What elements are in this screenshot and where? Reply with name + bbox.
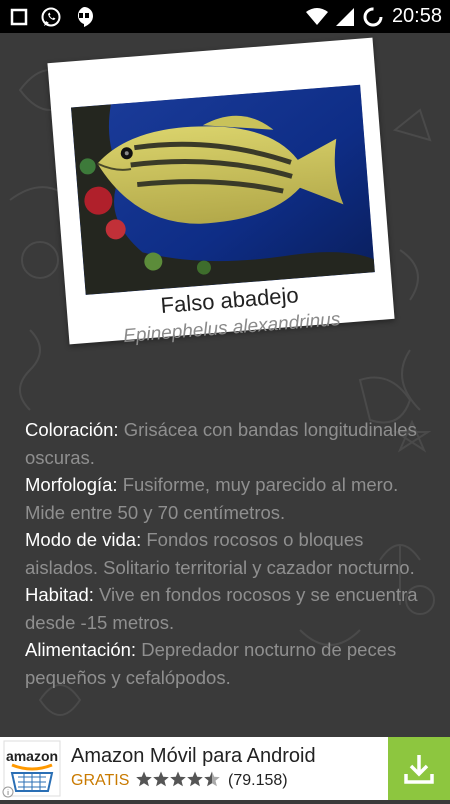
signal-icon [335, 7, 354, 26]
clock: 20:58 [391, 5, 442, 27]
info-row-morfologia: Morfología: Fusiforme, muy parecido al m… [25, 471, 435, 526]
info-row-coloracion: Coloración: Grisácea con bandas longitud… [25, 416, 435, 471]
svg-text:amazon: amazon [6, 748, 58, 764]
info-label: Coloración: [25, 419, 119, 440]
ad-rating-stars [136, 770, 220, 788]
ad-title[interactable]: Amazon Móvil para Android [71, 745, 316, 768]
fish-photo [70, 84, 375, 295]
info-row-modo-de-vida: Modo de vida: Fondos rocosos o bloques a… [25, 526, 435, 581]
download-icon [404, 754, 434, 784]
ad-download-button[interactable] [388, 737, 450, 800]
info-row-habitad: Habitad: Vive en fondos rocosos y se enc… [25, 581, 435, 636]
ad-banner[interactable]: amazon i Amazon Móvil para Android GRATI… [0, 737, 450, 800]
battery-charging-icon [363, 7, 383, 26]
info-label: Morfología: [25, 474, 118, 495]
whatsapp-icon [41, 7, 61, 26]
amazon-logo: amazon i [0, 737, 64, 800]
fish-photo-card: Falso abadejo Epinephelus alexandrinus [47, 37, 395, 347]
hangouts-icon [77, 6, 93, 27]
ad-review-count: (79.158) [228, 772, 288, 789]
ad-price: GRATIS [71, 772, 130, 789]
info-label: Alimentación: [25, 639, 137, 660]
info-row-alimentacion: Alimentación: Depredador nocturno de pec… [25, 636, 435, 691]
fish-info: Coloración: Grisácea con bandas longitud… [25, 416, 435, 691]
square-notification-icon [10, 8, 28, 25]
status-bar: 20:58 [0, 0, 450, 33]
wifi-icon [305, 7, 328, 25]
info-label: Habitad: [25, 584, 94, 605]
info-label: Modo de vida: [25, 529, 142, 550]
